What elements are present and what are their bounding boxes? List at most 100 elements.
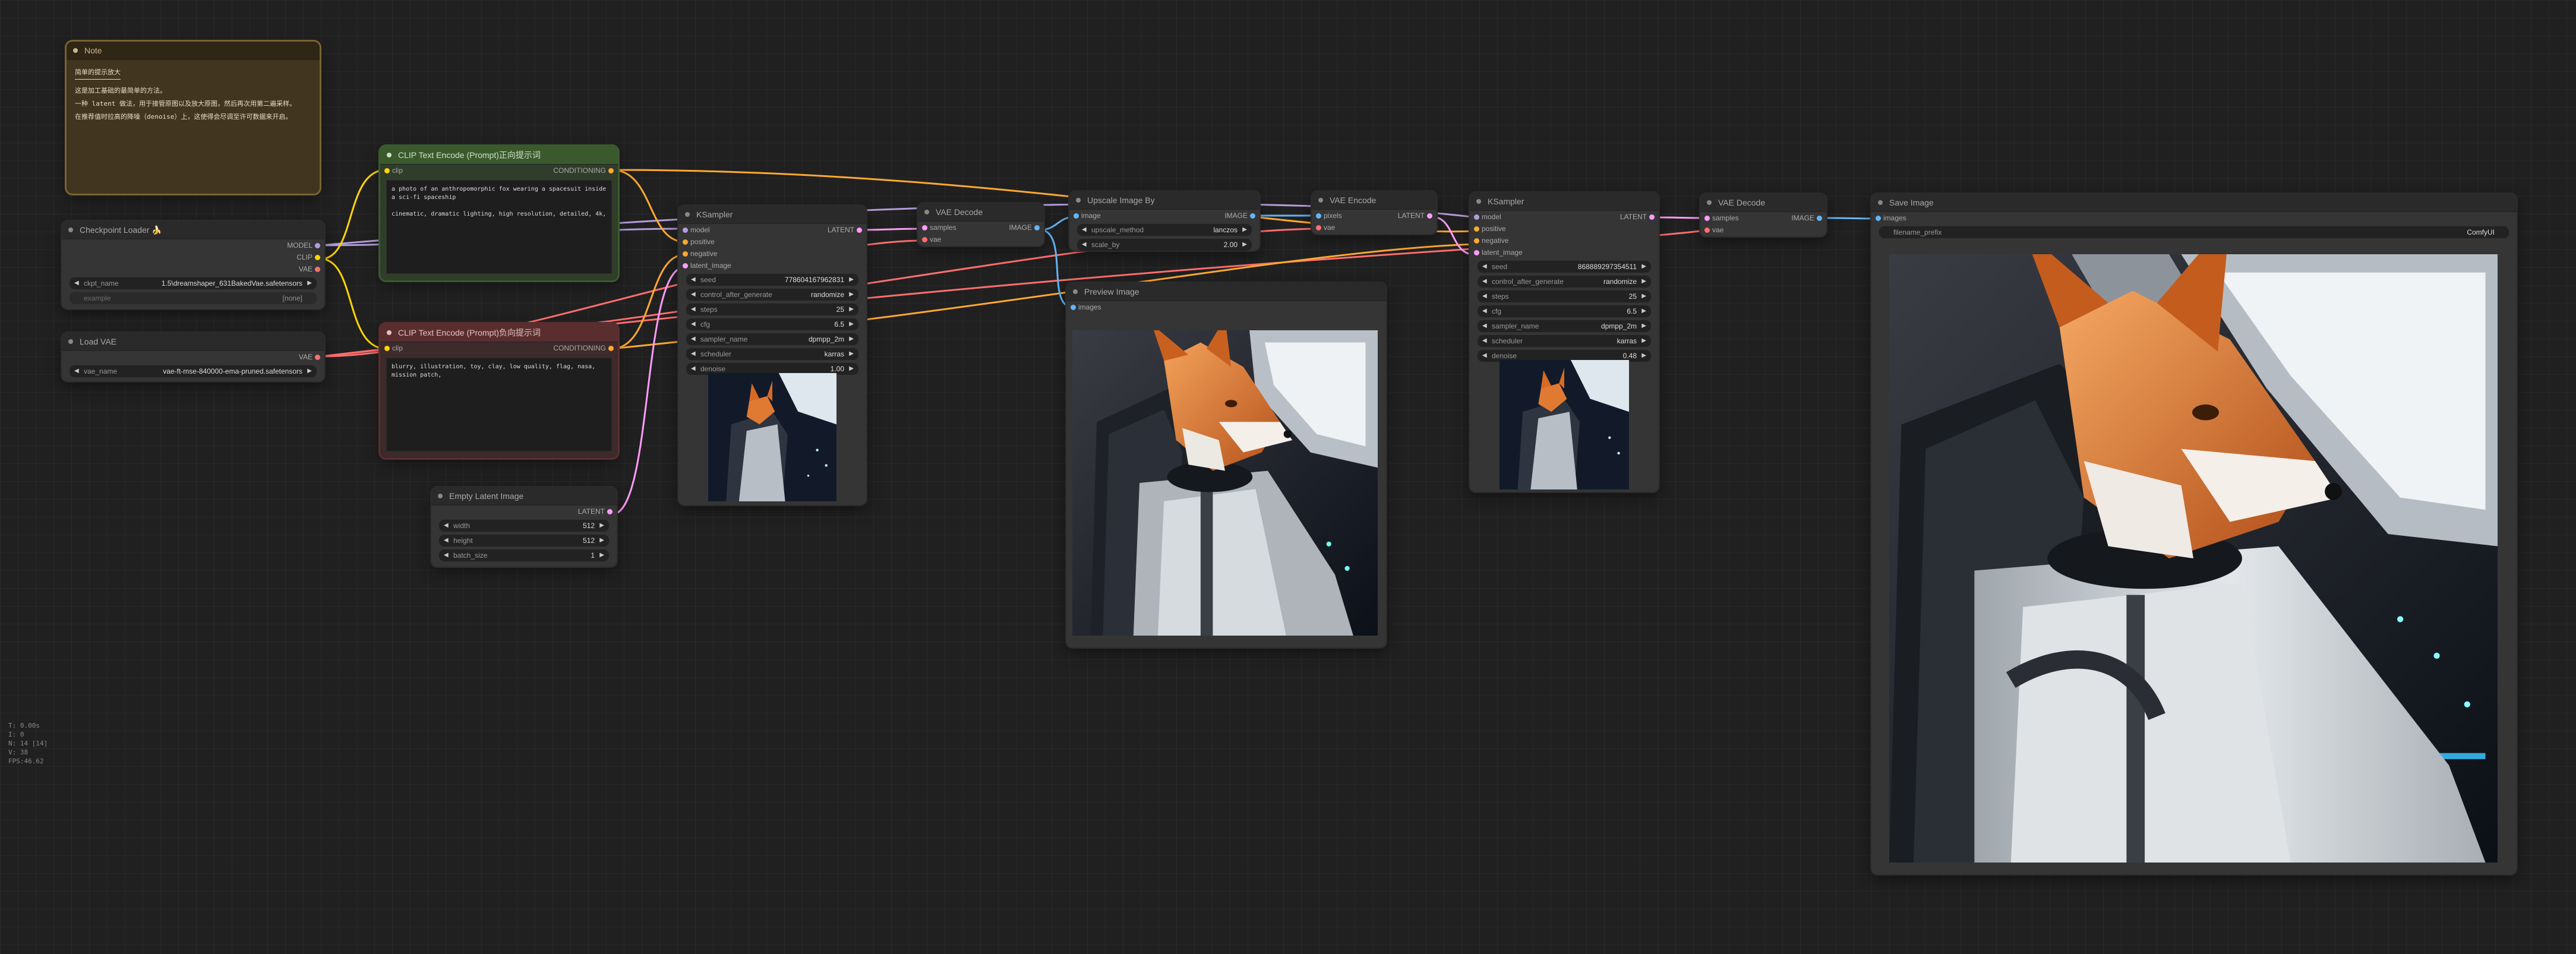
input-slot-clip[interactable]: clip CONDITIONING (380, 165, 618, 176)
arrow-left-icon[interactable]: ◀ (1482, 305, 1487, 317)
clip-text-encode-negative-node[interactable]: CLIP Text Encode (Prompt)负向提示词 clip CONDI… (380, 324, 618, 458)
arrow-left-icon[interactable]: ◀ (691, 333, 696, 345)
arrow-left-icon[interactable]: ◀ (1482, 276, 1487, 288)
slot-dot-icon[interactable] (315, 243, 320, 248)
collapse-dot-icon[interactable] (1076, 198, 1081, 203)
preview-image-node[interactable]: Preview Image images (1066, 283, 1386, 647)
control-after-generate-combo[interactable]: ◀ control_after_generate randomize ▶ (1477, 275, 1652, 288)
collapse-dot-icon[interactable] (1073, 289, 1078, 294)
node-title[interactable]: Empty Latent Image (431, 487, 617, 506)
arrow-left-icon[interactable]: ◀ (691, 289, 696, 301)
steps-number[interactable]: ◀ steps 25 ▶ (686, 303, 859, 316)
ksampler-node-1[interactable]: KSampler model LATENT positive negative l… (678, 206, 866, 505)
cfg-number[interactable]: ◀ cfg 6.5 ▶ (1477, 305, 1652, 318)
node-title[interactable]: VAE Decode (918, 203, 1044, 222)
input-slot-positive[interactable]: positive (678, 236, 866, 248)
arrow-right-icon[interactable]: ▶ (1641, 305, 1646, 317)
slot-dot-icon[interactable] (1649, 214, 1655, 220)
ksampler-node-2[interactable]: KSampler model LATENT positive negative l… (1470, 192, 1659, 492)
arrow-left-icon[interactable]: ◀ (1482, 320, 1487, 332)
arrow-right-icon[interactable]: ▶ (307, 365, 312, 377)
arrow-right-icon[interactable]: ▶ (1641, 290, 1646, 302)
arrow-right-icon[interactable]: ▶ (1641, 350, 1646, 362)
output-slot-latent[interactable]: LATENT (431, 506, 617, 517)
upscale-image-by-node[interactable]: Upscale Image By image IMAGE ◀ upscale_met… (1069, 191, 1259, 251)
slot-dot-icon[interactable] (857, 228, 862, 233)
input-slot-vae[interactable]: vae (1312, 222, 1437, 233)
slot-dot-icon[interactable] (315, 355, 320, 360)
node-title[interactable]: VAE Decode (1700, 194, 1826, 212)
sampler-name-combo[interactable]: ◀ sampler_name dpmpp_2m ▶ (686, 333, 859, 346)
scheduler-combo[interactable]: ◀ scheduler karras ▶ (686, 348, 859, 361)
arrow-right-icon[interactable]: ▶ (307, 277, 312, 289)
arrow-left-icon[interactable]: ◀ (1082, 239, 1087, 251)
save-image-node[interactable]: Save Image images filename_prefix ComfyUI (1871, 194, 2517, 874)
input-slot-model[interactable]: model LATENT (1470, 211, 1659, 223)
slot-dot-icon[interactable] (1074, 213, 1079, 219)
arrow-left-icon[interactable]: ◀ (1482, 290, 1487, 302)
slot-dot-icon[interactable] (1474, 238, 1479, 244)
arrow-right-icon[interactable]: ▶ (599, 549, 604, 561)
slot-dot-icon[interactable] (1876, 216, 1881, 221)
arrow-right-icon[interactable]: ▶ (1641, 335, 1646, 347)
slot-dot-icon[interactable] (683, 228, 688, 233)
arrow-right-icon[interactable]: ▶ (849, 318, 854, 330)
arrow-right-icon[interactable]: ▶ (1641, 261, 1646, 273)
arrow-left-icon[interactable]: ◀ (74, 365, 79, 377)
slot-dot-icon[interactable] (1034, 225, 1040, 230)
arrow-left-icon[interactable]: ◀ (1482, 261, 1487, 273)
node-title[interactable]: Load VAE (62, 333, 324, 351)
slot-dot-icon[interactable] (1316, 213, 1321, 219)
vae-decode-node-1[interactable]: VAE Decode samples IMAGE vae (918, 203, 1044, 246)
input-slot-negative[interactable]: negative (1470, 235, 1659, 247)
slot-dot-icon[interactable] (607, 509, 613, 514)
clip-text-encode-positive-node[interactable]: CLIP Text Encode (Prompt)正向提示词 clip CONDI… (380, 146, 618, 280)
arrow-right-icon[interactable]: ▶ (1641, 320, 1646, 332)
scheduler-combo[interactable]: ◀ scheduler karras ▶ (1477, 334, 1652, 348)
input-slot-images[interactable]: images (1066, 301, 1386, 313)
arrow-left-icon[interactable]: ◀ (691, 348, 696, 360)
collapse-dot-icon[interactable] (68, 339, 73, 344)
slot-dot-icon[interactable] (384, 346, 390, 351)
node-title[interactable]: CLIP Text Encode (Prompt)正向提示词 (380, 146, 618, 165)
node-title[interactable]: KSampler (678, 206, 866, 224)
arrow-right-icon[interactable]: ▶ (1242, 224, 1247, 236)
slot-dot-icon[interactable] (608, 168, 614, 173)
collapse-dot-icon[interactable] (387, 330, 392, 335)
arrow-left-icon[interactable]: ◀ (1482, 335, 1487, 347)
steps-number[interactable]: ◀ steps 25 ▶ (1477, 290, 1652, 303)
slot-dot-icon[interactable] (1704, 216, 1710, 221)
input-slot-samples[interactable]: samples IMAGE (918, 222, 1044, 233)
arrow-left-icon[interactable]: ◀ (691, 363, 696, 375)
arrow-right-icon[interactable]: ▶ (849, 348, 854, 360)
vae-encode-node[interactable]: VAE Encode pixels LATENT vae (1312, 191, 1437, 234)
load-vae-node[interactable]: Load VAE VAE ◀ vae_name vae-ft-mse-840000-… (62, 333, 324, 381)
control-after-generate-combo[interactable]: ◀ control_after_generate randomize ▶ (686, 288, 859, 301)
sampler-name-combo[interactable]: ◀ sampler_name dpmpp_2m ▶ (1477, 320, 1652, 333)
output-slot-model[interactable]: MODEL (62, 239, 324, 251)
slot-dot-icon[interactable] (1316, 225, 1321, 230)
slot-dot-icon[interactable] (608, 346, 614, 351)
input-slot-pixels[interactable]: pixels LATENT (1312, 210, 1437, 222)
output-slot-vae[interactable]: VAE (62, 351, 324, 363)
arrow-left-icon[interactable]: ◀ (691, 304, 696, 315)
arrow-left-icon[interactable]: ◀ (1082, 224, 1087, 236)
upscale-method-combo[interactable]: ◀ upscale_method lanczos ▶ (1077, 223, 1252, 236)
node-title[interactable]: KSampler (1470, 192, 1659, 211)
vae-name-combo[interactable]: ◀ vae_name vae-ft-mse-840000-ema-pruned.sa… (69, 365, 317, 378)
input-slot-latent-image[interactable]: latent_image (678, 260, 866, 271)
slot-dot-icon[interactable] (922, 237, 927, 242)
node-title[interactable]: Note (67, 42, 320, 60)
slot-dot-icon[interactable] (922, 225, 927, 230)
slot-dot-icon[interactable] (683, 239, 688, 245)
arrow-left-icon[interactable]: ◀ (444, 520, 449, 532)
slot-dot-icon[interactable] (1474, 226, 1479, 232)
empty-latent-image-node[interactable]: Empty Latent Image LATENT ◀ width 512 ▶ ◀ he… (431, 487, 617, 567)
arrow-left-icon[interactable]: ◀ (691, 318, 696, 330)
cfg-number[interactable]: ◀ cfg 6.5 ▶ (686, 318, 859, 331)
arrow-right-icon[interactable]: ▶ (1242, 239, 1247, 251)
scale-by-number[interactable]: ◀ scale_by 2.00 ▶ (1077, 238, 1252, 251)
node-title[interactable]: Preview Image (1066, 283, 1386, 301)
collapse-dot-icon[interactable] (924, 210, 929, 214)
arrow-left-icon[interactable]: ◀ (444, 549, 449, 561)
